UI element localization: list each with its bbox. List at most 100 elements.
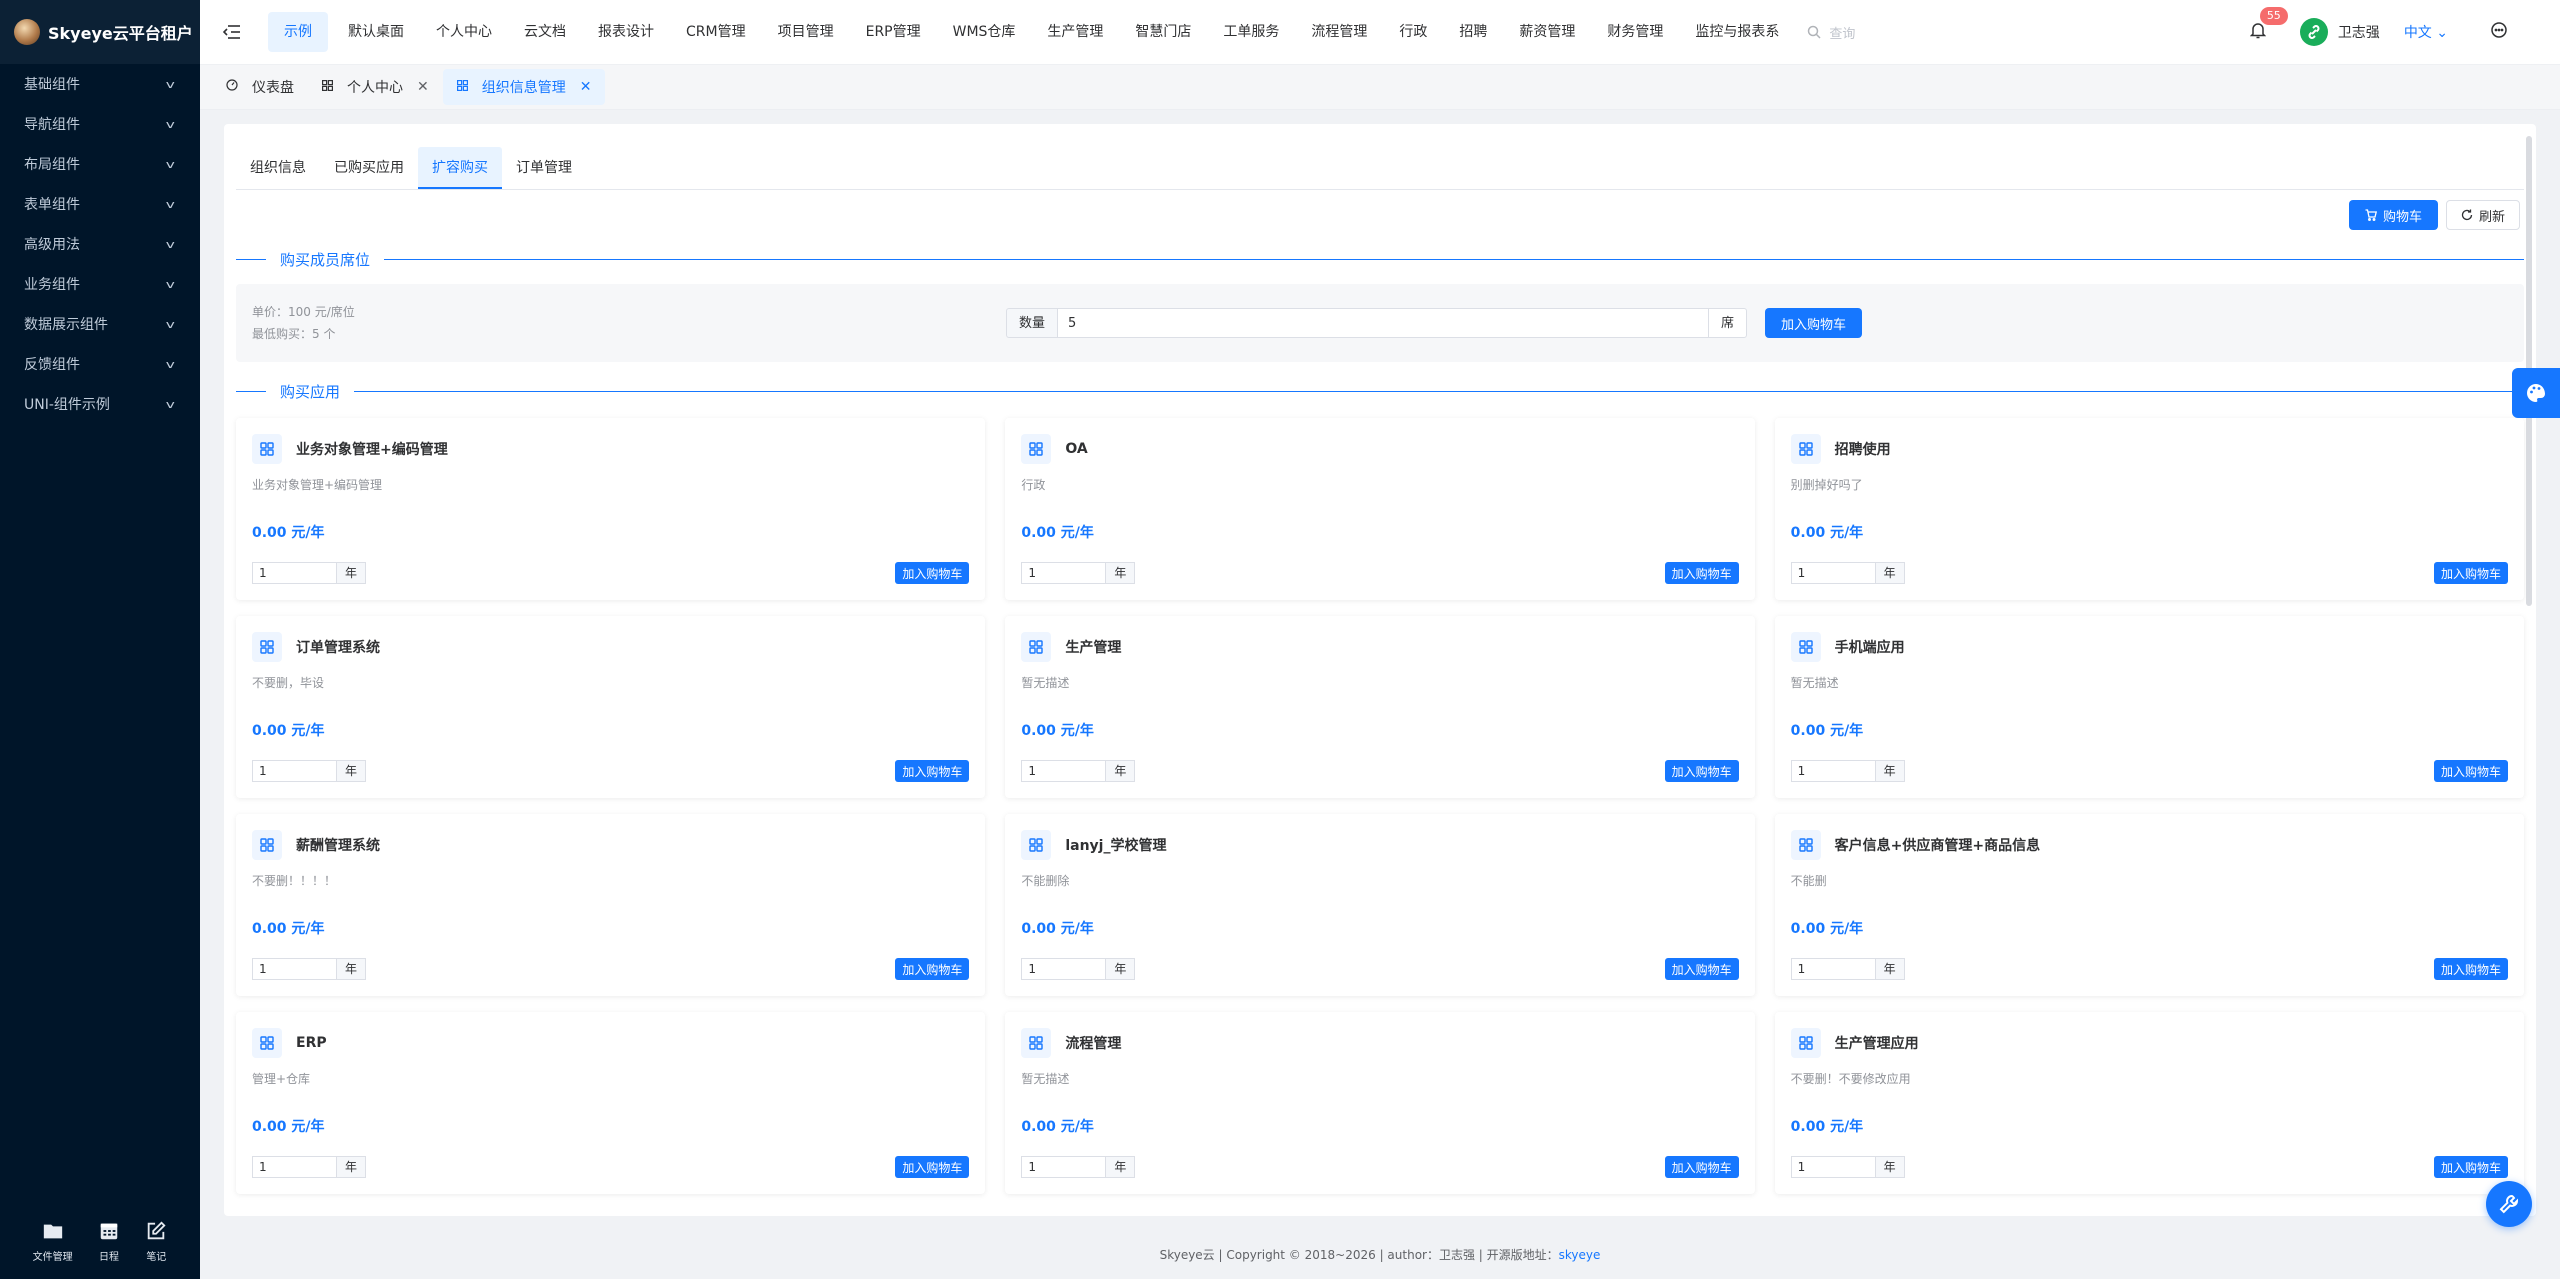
top-nav-item[interactable]: 生产管理 xyxy=(1031,12,1119,52)
app-year-input[interactable] xyxy=(1021,1156,1106,1178)
app-year-input[interactable] xyxy=(1021,958,1106,980)
app-card-title: 客户信息+供应商管理+商品信息 xyxy=(1834,838,2041,854)
app-add-to-cart-button[interactable]: 加入购物车 xyxy=(1664,958,1739,980)
chevron-down-icon: v xyxy=(166,317,176,331)
sidebar-item[interactable]: 导航组件 v xyxy=(0,104,200,144)
page-tab[interactable]: 个人中心 ✕ xyxy=(308,69,443,105)
user-name: 卫志强 xyxy=(2337,25,2380,41)
app-year-input[interactable] xyxy=(1021,562,1106,584)
top-nav-item[interactable]: 示例 xyxy=(268,12,328,52)
top-nav-item[interactable]: 智慧门店 xyxy=(1119,12,1207,52)
top-nav-item[interactable]: ERP管理 xyxy=(850,12,937,52)
seat-add-to-cart-button[interactable]: 加入购物车 xyxy=(1765,308,1863,338)
sidebar-item[interactable]: UNI-组件示例 v xyxy=(0,384,200,424)
app-card-footer: 年 加入购物车 xyxy=(1021,562,1739,584)
sidebar-item-label: 导航组件 xyxy=(24,117,80,133)
top-nav-item[interactable]: 财务管理 xyxy=(1591,12,1679,52)
app-year-input[interactable] xyxy=(1790,562,1875,584)
app-year-suffix: 年 xyxy=(1105,1156,1136,1178)
app-add-to-cart-button[interactable]: 加入购物车 xyxy=(895,1156,970,1178)
sidebar-item[interactable]: 反馈组件 v xyxy=(0,344,200,384)
app-add-to-cart-button[interactable]: 加入购物车 xyxy=(895,562,970,584)
search-box[interactable]: 查询 xyxy=(1807,23,1855,42)
message-button[interactable] xyxy=(2490,21,2508,43)
refresh-button[interactable]: 刷新 xyxy=(2445,200,2520,230)
app-card-description: 暂无描述 xyxy=(1790,676,1839,690)
app-year-input[interactable] xyxy=(252,562,336,584)
dashboard-icon xyxy=(226,79,238,95)
app-grid-icon xyxy=(1021,434,1052,464)
app-add-to-cart-button[interactable]: 加入购物车 xyxy=(2433,760,2508,782)
footer-link[interactable]: skyeye xyxy=(1559,1248,1601,1262)
top-nav-item[interactable]: 项目管理 xyxy=(762,12,850,52)
sub-tab[interactable]: 订单管理 xyxy=(502,147,586,189)
app-add-to-cart-button[interactable]: 加入购物车 xyxy=(1664,760,1739,782)
app-year-input[interactable] xyxy=(1790,760,1875,782)
top-nav-item[interactable]: 云文档 xyxy=(508,12,582,52)
cart-button[interactable]: 购物车 xyxy=(2348,200,2438,230)
app-year-input[interactable] xyxy=(252,958,336,980)
page-tab[interactable]: 仪表盘 xyxy=(212,69,308,105)
app-year-input[interactable] xyxy=(252,1156,336,1178)
close-icon[interactable]: ✕ xyxy=(417,79,429,95)
app-card-header: 订单管理系统 xyxy=(252,632,969,662)
top-nav-item[interactable]: 监控与报表系 xyxy=(1679,12,1795,52)
theme-settings-button[interactable] xyxy=(2512,368,2560,418)
app-year-group: 年 xyxy=(1021,760,1136,782)
sidebar-item[interactable]: 业务组件 v xyxy=(0,264,200,304)
sub-tab[interactable]: 已购买应用 xyxy=(320,147,418,189)
language-select[interactable]: 中文 ⌄ xyxy=(2404,22,2448,42)
seat-quantity-input[interactable] xyxy=(1058,308,1709,338)
notification-button[interactable]: 55 xyxy=(2249,7,2288,43)
sidebar-item[interactable]: 布局组件 v xyxy=(0,144,200,184)
app-card-footer: 年 加入购物车 xyxy=(252,760,970,782)
app-year-input[interactable] xyxy=(1790,1156,1875,1178)
app-year-group: 年 xyxy=(252,958,367,980)
app-year-input[interactable] xyxy=(1021,760,1106,782)
calendar-button[interactable]: 日程 xyxy=(98,1220,120,1263)
top-nav-item[interactable]: 报表设计 xyxy=(582,12,670,52)
app-add-to-cart-button[interactable]: 加入购物车 xyxy=(2433,958,2508,980)
app-card-header: 招聘使用 xyxy=(1790,434,2508,464)
app-card-description: 别删掉好吗了 xyxy=(1790,478,1863,492)
top-nav-item[interactable]: 行政 xyxy=(1383,12,1443,52)
user-menu[interactable]: 卫志强 xyxy=(2299,18,2380,46)
app-year-group: 年 xyxy=(1021,1156,1136,1178)
app-card-footer: 年 加入购物车 xyxy=(1021,760,1739,782)
page-tab[interactable]: 组织信息管理 ✕ xyxy=(442,69,606,105)
top-nav: 示例 默认桌面 个人中心 云文档 报表设计 CRM管理 项目管理 ERP管理 WMS仓库 生产管理… xyxy=(264,0,1795,64)
top-nav-item[interactable]: 默认桌面 xyxy=(332,12,420,52)
app-year-input[interactable] xyxy=(1790,958,1875,980)
top-nav-item[interactable]: WMS仓库 xyxy=(937,12,1032,52)
top-nav-item[interactable]: 招聘 xyxy=(1443,12,1503,52)
app-add-to-cart-button[interactable]: 加入购物车 xyxy=(2433,562,2508,584)
brand[interactable]: Skyeye云平台租户 xyxy=(0,0,200,64)
close-icon[interactable]: ✕ xyxy=(580,79,592,95)
sidebar-item[interactable]: 数据展示组件 v xyxy=(0,304,200,344)
app-add-to-cart-button[interactable]: 加入购物车 xyxy=(895,760,970,782)
app-add-to-cart-button[interactable]: 加入购物车 xyxy=(1664,1156,1739,1178)
sidebar-item[interactable]: 高级用法 v xyxy=(0,224,200,264)
top-nav-item[interactable]: 薪资管理 xyxy=(1503,12,1591,52)
top-nav-item[interactable]: 流程管理 xyxy=(1295,12,1383,52)
top-nav-item[interactable]: CRM管理 xyxy=(670,12,762,52)
app-add-to-cart-button[interactable]: 加入购物车 xyxy=(895,958,970,980)
note-button[interactable]: 笔记 xyxy=(145,1220,167,1263)
sidebar-item[interactable]: 表单组件 v xyxy=(0,184,200,224)
tools-fab-button[interactable] xyxy=(2486,1181,2532,1227)
file-manager-button[interactable]: 文件管理 xyxy=(33,1220,73,1263)
app-card: 薪酬管理系统不要删！！！！ 0.00 元/年年 加入购物车 xyxy=(236,814,986,996)
collapse-menu-button[interactable] xyxy=(200,0,264,64)
app-add-to-cart-button[interactable]: 加入购物车 xyxy=(1664,562,1739,584)
top-nav-item[interactable]: 工单服务 xyxy=(1207,12,1295,52)
app-card-title: 业务对象管理+编码管理 xyxy=(296,442,448,458)
sidebar-item[interactable]: 基础组件 v xyxy=(0,64,200,104)
top-nav-item[interactable]: 个人中心 xyxy=(420,12,508,52)
app-card-footer: 年 加入购物车 xyxy=(252,958,970,980)
sub-tab[interactable]: 组织信息 xyxy=(236,147,320,189)
chevron-down-icon: v xyxy=(166,357,176,371)
app-year-input[interactable] xyxy=(252,760,336,782)
sub-tab[interactable]: 扩容购买 xyxy=(418,147,502,189)
file-manager-label: 文件管理 xyxy=(32,1251,73,1263)
app-add-to-cart-button[interactable]: 加入购物车 xyxy=(2433,1156,2508,1178)
